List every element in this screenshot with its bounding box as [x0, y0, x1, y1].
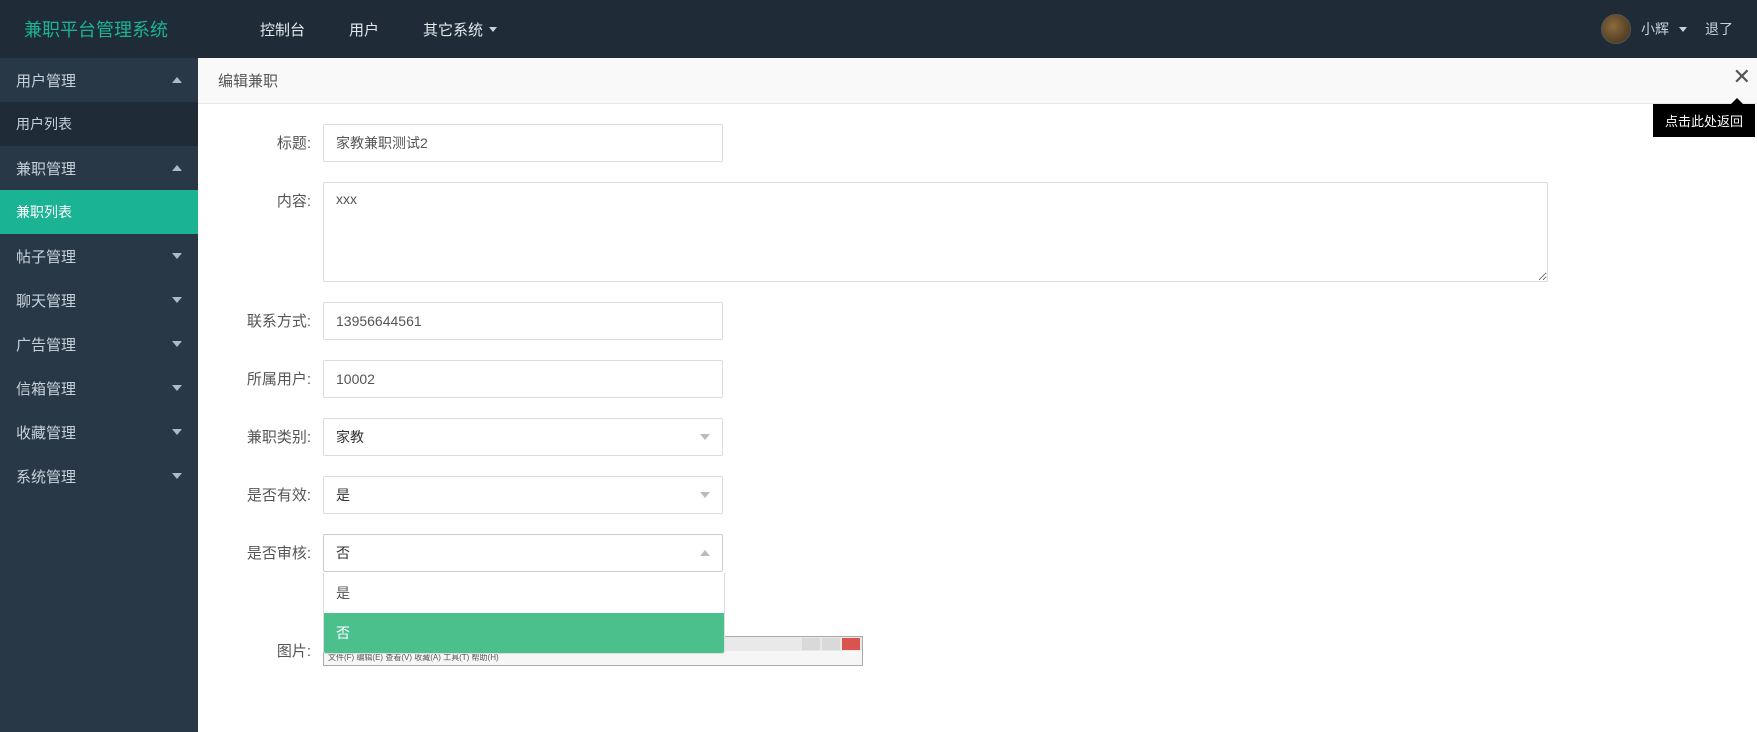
sidebar-group-ad-mgmt[interactable]: 广告管理 [0, 322, 198, 366]
sidebar-item-label: 用户管理 [16, 70, 76, 91]
row-title: 标题: [228, 124, 1727, 162]
sidebar-item-label: 用户列表 [16, 114, 72, 134]
chevron-down-icon [172, 341, 182, 347]
sidebar-sub-job-list[interactable]: 兼职列表 [0, 190, 198, 234]
label-content: 内容: [228, 182, 323, 211]
nav-right: 小辉 退了 [1601, 14, 1733, 44]
chevron-up-icon [172, 165, 182, 171]
tooltip-text: 点击此处返回 [1665, 114, 1743, 129]
sidebar-item-label: 广告管理 [16, 334, 76, 355]
label-audit: 是否审核: [228, 534, 323, 563]
sidebar-group-mailbox-mgmt[interactable]: 信箱管理 [0, 366, 198, 410]
caret-down-icon [1679, 27, 1687, 32]
chevron-down-icon [700, 492, 710, 498]
caret-down-icon [489, 27, 497, 32]
label-owner: 所属用户: [228, 360, 323, 389]
category-select[interactable]: 家教 [323, 418, 723, 456]
sidebar-group-chat-mgmt[interactable]: 聊天管理 [0, 278, 198, 322]
audit-option-no[interactable]: 否 [324, 613, 724, 653]
user-name: 小辉 [1641, 19, 1669, 39]
minimize-icon [802, 638, 820, 650]
sidebar-item-label: 帖子管理 [16, 246, 76, 267]
owner-input[interactable] [323, 360, 723, 398]
sidebar-group-user-mgmt[interactable]: 用户管理 [0, 58, 198, 102]
nav-console[interactable]: 控制台 [238, 0, 327, 58]
sidebar-group-system-mgmt[interactable]: 系统管理 [0, 454, 198, 498]
label-valid: 是否有效: [228, 476, 323, 505]
sidebar-item-label: 收藏管理 [16, 422, 76, 443]
label-category: 兼职类别: [228, 418, 323, 447]
audit-dropdown: 是 否 [323, 573, 725, 654]
chevron-down-icon [172, 473, 182, 479]
row-valid: 是否有效: 是 [228, 476, 1727, 514]
chevron-down-icon [172, 385, 182, 391]
content-textarea[interactable] [323, 182, 1548, 282]
logout-label: 退了 [1705, 21, 1733, 37]
sidebar-group-job-mgmt[interactable]: 兼职管理 [0, 146, 198, 190]
row-category: 兼职类别: 家教 [228, 418, 1727, 456]
title-input[interactable] [323, 124, 723, 162]
audit-option-yes[interactable]: 是 [324, 573, 724, 613]
close-icon[interactable]: ✕ [1733, 66, 1751, 88]
chevron-down-icon [172, 297, 182, 303]
top-navbar: 兼职平台管理系统 控制台 用户 其它系统 小辉 退了 [0, 0, 1757, 58]
chevron-down-icon [700, 434, 710, 440]
nav-links: 控制台 用户 其它系统 [238, 0, 519, 58]
edit-form: 标题: 内容: 联系方式: 所属用户: 兼职类别 [198, 104, 1757, 726]
sidebar: 用户管理 用户列表 兼职管理 兼职列表 帖子管理 聊天管理 广告管理 信箱管理 [0, 58, 198, 732]
user-menu[interactable]: 小辉 [1601, 14, 1687, 44]
logout-link[interactable]: 退了 [1705, 19, 1733, 39]
label-contact: 联系方式: [228, 302, 323, 331]
page-header: 编辑兼职 ✕ [198, 58, 1757, 104]
contact-input[interactable] [323, 302, 723, 340]
chevron-up-icon [172, 77, 182, 83]
main-panel: 编辑兼职 ✕ 点击此处返回 标题: 内容: 联系方式: [198, 58, 1757, 732]
sidebar-group-favorite-mgmt[interactable]: 收藏管理 [0, 410, 198, 454]
sidebar-item-label: 信箱管理 [16, 378, 76, 399]
sidebar-item-label: 兼职管理 [16, 158, 76, 179]
valid-value: 是 [336, 485, 350, 505]
page-title: 编辑兼职 [218, 70, 278, 91]
sidebar-item-label: 聊天管理 [16, 290, 76, 311]
option-label: 是 [336, 583, 350, 603]
chevron-down-icon [172, 253, 182, 259]
sidebar-sub-user-list[interactable]: 用户列表 [0, 102, 198, 146]
nav-user-label: 用户 [349, 19, 379, 40]
close-icon [842, 638, 860, 650]
option-label: 否 [336, 623, 350, 643]
nav-console-label: 控制台 [260, 19, 305, 40]
row-audit: 是否审核: 否 是 否 [228, 534, 1727, 572]
sidebar-item-label: 系统管理 [16, 466, 76, 487]
maximize-icon [822, 638, 840, 650]
label-picture: 图片: [228, 632, 323, 661]
audit-select[interactable]: 否 是 否 [323, 534, 723, 572]
brand-title: 兼职平台管理系统 [24, 16, 168, 42]
close-tooltip: 点击此处返回 [1653, 104, 1755, 137]
row-content: 内容: [228, 182, 1727, 282]
chevron-up-icon [700, 550, 710, 556]
sidebar-group-post-mgmt[interactable]: 帖子管理 [0, 234, 198, 278]
category-value: 家教 [336, 427, 364, 447]
label-title: 标题: [228, 124, 323, 153]
valid-select[interactable]: 是 [323, 476, 723, 514]
row-owner: 所属用户: [228, 360, 1727, 398]
nav-user[interactable]: 用户 [327, 0, 401, 58]
avatar [1601, 14, 1631, 44]
sidebar-item-label: 兼职列表 [16, 202, 72, 222]
nav-other-systems[interactable]: 其它系统 [401, 0, 519, 58]
audit-value: 否 [336, 543, 350, 563]
chevron-down-icon [172, 429, 182, 435]
row-contact: 联系方式: [228, 302, 1727, 340]
nav-other-label: 其它系统 [423, 19, 483, 40]
